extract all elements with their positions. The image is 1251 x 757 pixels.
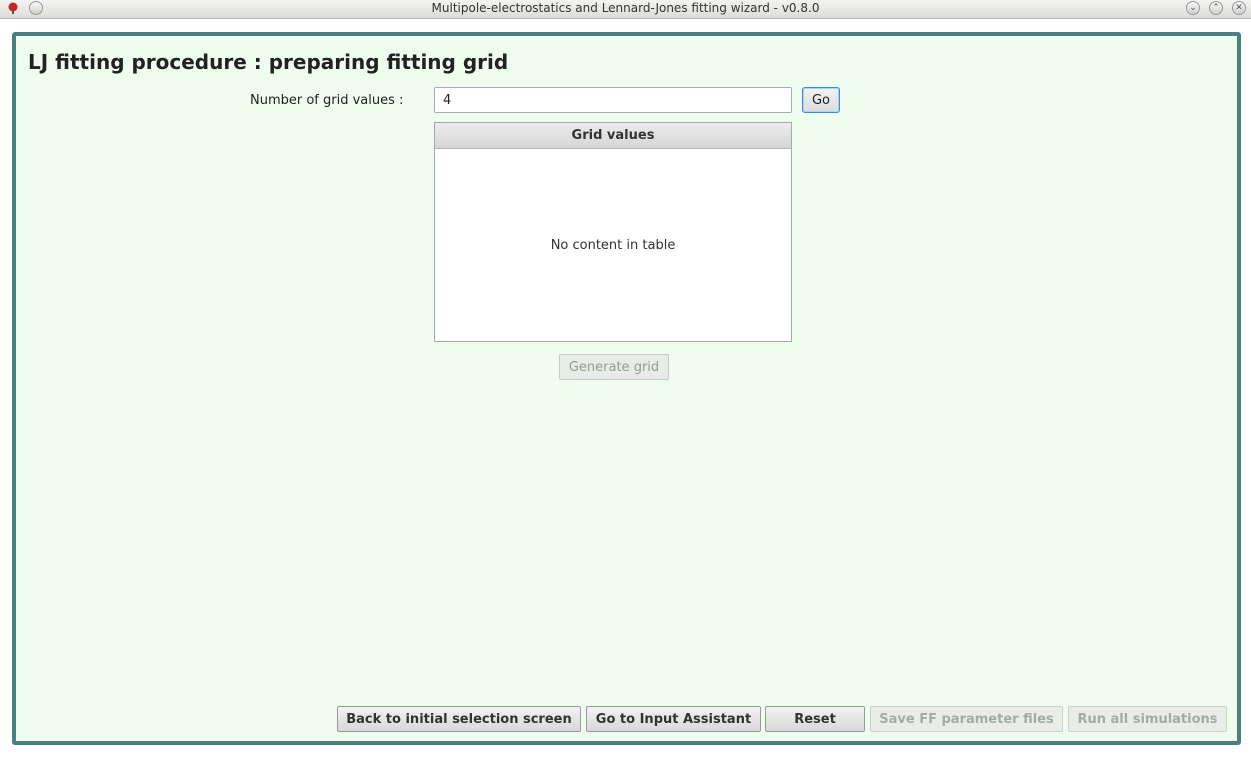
window-title: Multipole-electrostatics and Lennard-Jon… (431, 1, 820, 15)
grid-count-label: Number of grid values : (250, 93, 404, 108)
input-assistant-button[interactable]: Go to Input Assistant (586, 706, 761, 732)
empty-table-message: No content in table (550, 238, 676, 253)
window-titlebar: Multipole-electrostatics and Lennard-Jon… (0, 0, 1251, 19)
grid-values-column-header[interactable]: Grid values (435, 123, 791, 149)
run-all-simulations-button: Run all simulations (1068, 706, 1227, 732)
minimize-icon[interactable]: ⌄ (1186, 1, 1200, 15)
save-ff-parameters-button: Save FF parameter files (870, 706, 1063, 732)
grid-values-table[interactable]: Grid values No content in table (434, 122, 792, 342)
back-to-selection-button[interactable]: Back to initial selection screen (337, 706, 581, 732)
close-icon[interactable]: ✕ (1232, 1, 1246, 15)
main-panel: LJ fitting procedure : preparing fitting… (12, 32, 1241, 745)
page-title: LJ fitting procedure : preparing fitting… (28, 50, 509, 74)
generate-grid-button: Generate grid (559, 354, 669, 380)
go-button[interactable]: Go (802, 87, 840, 113)
reset-button[interactable]: Reset (765, 706, 865, 732)
maximize-icon[interactable]: ⌃ (1209, 1, 1223, 15)
grid-count-input[interactable] (434, 87, 792, 113)
